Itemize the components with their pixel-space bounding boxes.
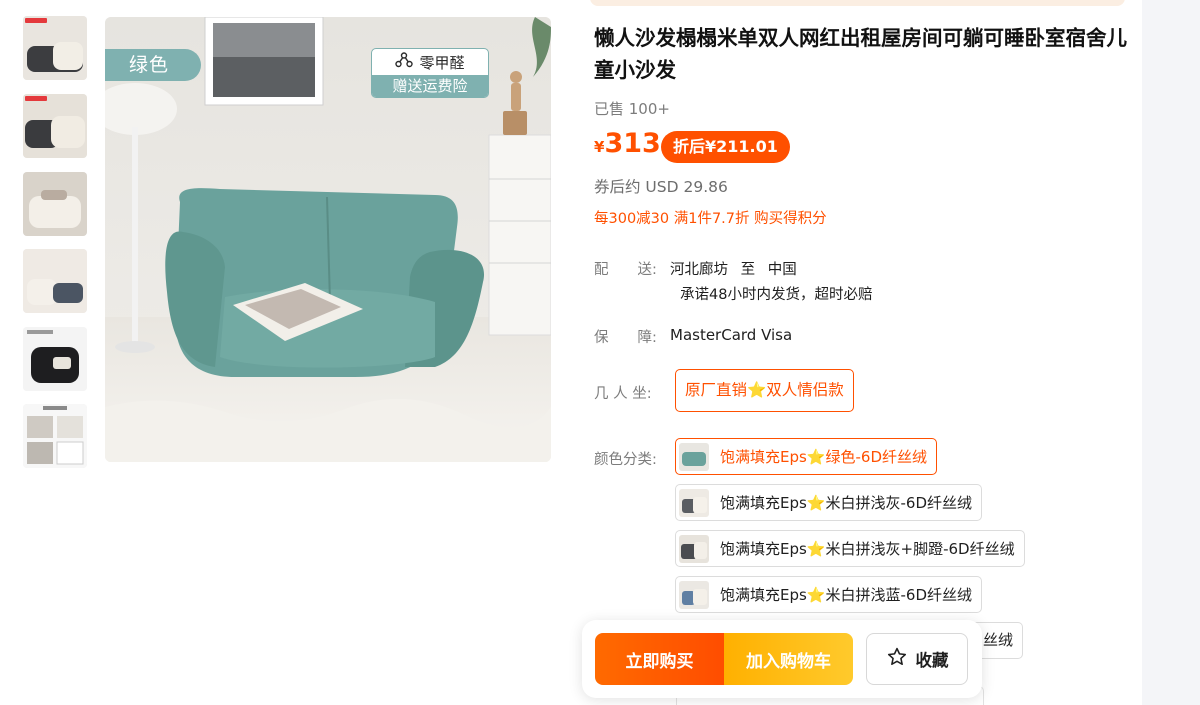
thumbnail-image — [23, 94, 87, 158]
color-tag: 绿色 — [105, 49, 201, 81]
color-swatch-white-blue — [679, 580, 709, 609]
thumbnail-image — [23, 327, 87, 391]
discount-price-badge: 折后¥211.01 — [661, 131, 790, 163]
favorite-button[interactable]: 收藏 — [866, 633, 968, 685]
thumbnail-image — [23, 249, 87, 313]
price-value: 313 — [604, 128, 661, 159]
promo-top-text: 零甲醛 — [419, 53, 465, 72]
color-option-prefix: 饱满填充Eps — [720, 540, 807, 558]
color-label: 颜色分类: — [594, 452, 657, 468]
color-option-partial[interactable]: 丝绒 — [975, 622, 1023, 659]
star-icon: ⭐ — [806, 585, 826, 604]
guarantee-label: 保 障: — [594, 330, 657, 346]
color-option-white-gray[interactable]: 饱满填充Eps ⭐ 米白拼浅灰-6D纤丝绒 — [675, 484, 983, 521]
shipping-route: 河北廊坊 至 中国 — [670, 258, 797, 279]
thumbnail-badge — [25, 96, 47, 101]
color-option-prefix: 饱满填充Eps — [720, 448, 807, 466]
shipping-to-word: 至 — [740, 262, 756, 278]
color-option-prefix: 饱满填充Eps — [720, 586, 807, 604]
seats-label: 几 人 坐: — [594, 386, 652, 402]
shipping-to[interactable]: 中国 — [768, 262, 797, 278]
promo-top: 零甲醛 — [372, 49, 488, 75]
color-swatch-green — [679, 442, 709, 471]
promotion-text[interactable]: 每300减30 满1件7.7折 购买得积分 — [594, 207, 827, 228]
star-icon: ⭐ — [806, 493, 826, 512]
favorite-label: 收藏 — [915, 651, 949, 670]
color-option-green[interactable]: 饱满填充Eps ⭐ 绿色-6D纤丝绒 — [675, 438, 938, 475]
top-banner-edge — [590, 0, 1125, 6]
molecule-icon — [395, 52, 414, 72]
star-icon: ⭐ — [806, 539, 826, 558]
thumbnail-image — [23, 16, 87, 80]
price: ¥313 — [594, 128, 661, 159]
color-swatch-white-gray-footrest — [679, 534, 709, 563]
buy-now-button[interactable]: 立即购买 — [595, 633, 724, 685]
color-option-white-gray-footrest[interactable]: 饱满填充Eps ⭐ 米白拼浅灰+脚蹬-6D纤丝绒 — [675, 530, 1025, 567]
thumbnail-badge — [25, 18, 47, 23]
color-swatch-white-gray — [679, 488, 709, 517]
thumbnail-2[interactable] — [23, 94, 87, 158]
shipping-label: 配 送: — [594, 262, 657, 278]
thumbnail-3[interactable] — [23, 172, 87, 236]
thumbnail-6[interactable] — [23, 404, 87, 468]
color-option-suffix: 米白拼浅灰+脚蹬-6D纤丝绒 — [825, 540, 1015, 558]
guarantee-value: MasterCard Visa — [670, 326, 793, 344]
currency-symbol: ¥ — [594, 138, 605, 156]
color-option-suffix: 绿色-6D纤丝绒 — [825, 448, 928, 466]
sold-count: 已售 100+ — [594, 100, 670, 118]
color-option-suffix: 米白拼浅灰-6D纤丝绒 — [825, 494, 973, 512]
product-page: 绿色 零甲醛 赠送运费险 懒人沙发榻榻米单双人网红出租屋房间可躺可睡卧室宿舍儿童… — [0, 0, 1200, 705]
seat-option-couple[interactable]: 原厂直销⭐双人情侣款 — [675, 369, 854, 412]
promo-bottom-text: 赠送运费险 — [372, 75, 488, 97]
thumbnail-image — [23, 404, 87, 468]
promo-badge: 零甲醛 赠送运费险 — [371, 48, 489, 98]
star-icon: ⭐ — [806, 447, 826, 466]
star-outline-icon — [886, 646, 908, 672]
shipping-promise: 承诺48小时内发货，超时必赔 — [680, 287, 873, 303]
thumbnail-image — [23, 172, 87, 236]
page-gutter — [1142, 0, 1200, 705]
color-option-prefix: 饱满填充Eps — [720, 494, 807, 512]
thumbnail-1[interactable] — [23, 16, 87, 80]
product-title: 懒人沙发榻榻米单双人网红出租屋房间可躺可睡卧室宿舍儿童小沙发 — [594, 26, 1127, 82]
color-option-suffix: 米白拼浅蓝-6D纤丝绒 — [825, 586, 973, 604]
color-option-white-blue[interactable]: 饱满填充Eps ⭐ 米白拼浅蓝-6D纤丝绒 — [675, 576, 983, 613]
add-to-cart-button[interactable]: 加入购物车 — [724, 633, 853, 685]
thumbnail-4[interactable] — [23, 249, 87, 313]
thumbnail-5[interactable] — [23, 327, 87, 391]
shipping-from[interactable]: 河北廊坊 — [670, 262, 728, 278]
usd-price[interactable]: 券后约 USD 29.86 — [594, 175, 728, 197]
